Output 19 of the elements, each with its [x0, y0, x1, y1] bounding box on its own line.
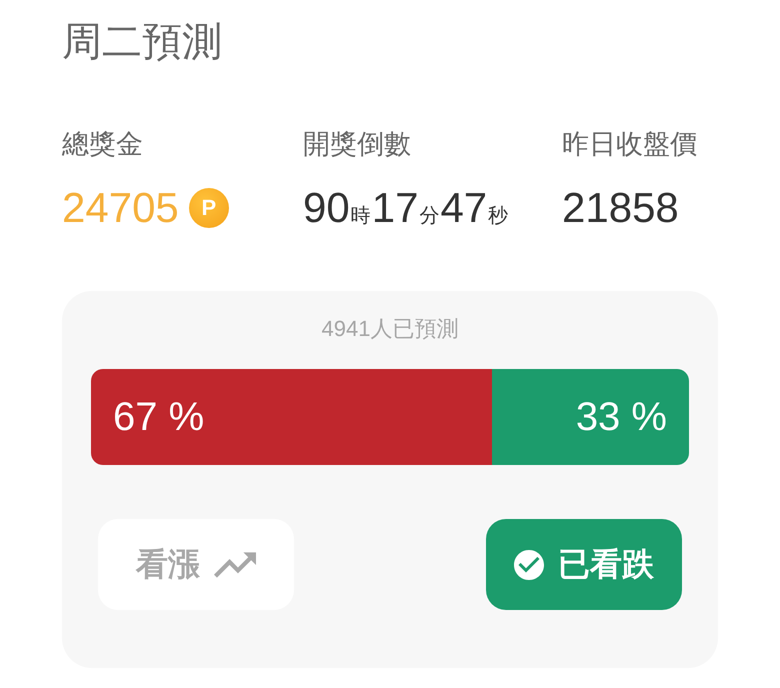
- stat-label: 總獎金: [62, 128, 144, 161]
- prize-amount: 24705: [62, 184, 179, 232]
- stat-label: 開獎倒數: [303, 128, 412, 161]
- countdown-number: 47: [440, 184, 488, 232]
- percentage-fill: 67 %: [91, 369, 492, 465]
- countdown-number: 17: [372, 184, 418, 232]
- countdown-unit: 秒: [488, 204, 508, 229]
- countdown-unit: 時: [350, 204, 371, 229]
- page-title: 周二預測: [62, 19, 223, 66]
- countdown-number: 90: [303, 184, 350, 232]
- prediction-button[interactable]: 已看跌: [486, 519, 682, 610]
- points-coin: P: [188, 188, 229, 228]
- closing-price: 21858: [562, 184, 679, 232]
- trend-up-icon: [214, 552, 256, 578]
- countdown-unit: 分: [419, 204, 440, 229]
- prediction-count: 4941人已預測: [322, 315, 458, 343]
- prediction-button[interactable]: 看漲: [98, 519, 294, 610]
- stat-label: 昨日收盤價: [562, 128, 698, 161]
- percentage-fill: 33 %: [492, 369, 689, 465]
